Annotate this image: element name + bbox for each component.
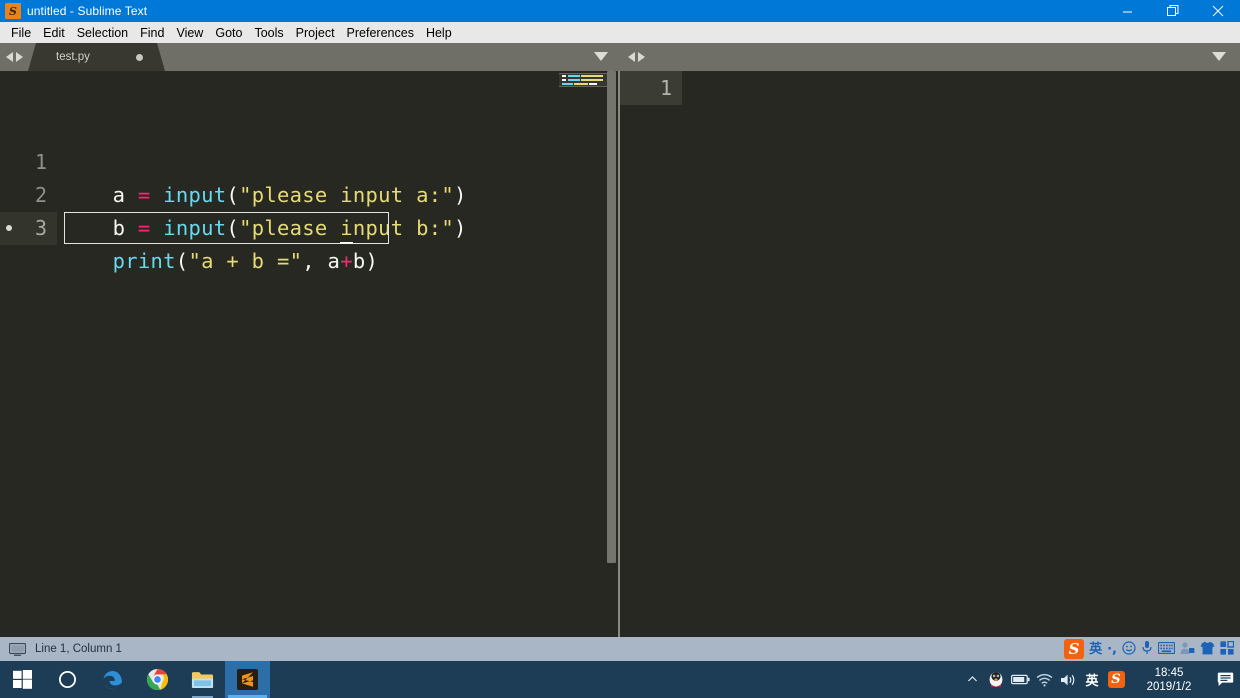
token: b [352, 249, 366, 273]
menu-file[interactable]: File [5, 24, 37, 42]
menu-edit[interactable]: Edit [37, 24, 71, 42]
token: a [327, 249, 341, 273]
minimap-line [589, 83, 597, 85]
status-bar: Line 1, Column 1 [0, 637, 1240, 661]
token: , [302, 249, 315, 273]
minimap-line [562, 75, 566, 77]
sogou-logo-icon[interactable]: S [1064, 639, 1085, 659]
window-controls [1105, 0, 1240, 22]
line-number-2: 2 [34, 183, 47, 207]
tab-prev-icon[interactable] [6, 52, 13, 62]
taskbar: 英 S 18:45 2019/1/2 [0, 661, 1240, 698]
text-cursor [340, 242, 353, 244]
emoji-icon[interactable] [1122, 640, 1136, 658]
chevron-down-icon[interactable] [594, 52, 608, 61]
minimap-line [568, 75, 580, 77]
code-line-3: print("a + b =", a+b) [62, 212, 378, 311]
sublime-text-icon: S [5, 3, 21, 19]
cursor-position-text: Line 1, Column 1 [35, 643, 122, 655]
display-icon [9, 642, 26, 656]
token: ( [175, 249, 189, 273]
left-tab-nav-arrows[interactable] [6, 43, 23, 71]
tab-label: test.py [56, 51, 90, 63]
minimap-line [581, 75, 603, 77]
menu-help[interactable]: Help [420, 24, 458, 42]
battery-icon[interactable] [1008, 661, 1032, 698]
system-tray: 英 S 18:45 2019/1/2 [960, 661, 1240, 698]
token: print [112, 249, 176, 273]
token: "a + b =" [188, 249, 303, 273]
menu-bar: File Edit Selection Find View Goto Tools… [0, 22, 1240, 43]
notifications-icon[interactable] [1210, 661, 1240, 698]
taskbar-clock[interactable]: 18:45 2019/1/2 [1128, 661, 1210, 698]
restore-button[interactable] [1150, 0, 1195, 22]
left-pane-tab-strip: test.py [0, 43, 620, 71]
sublime-text-button[interactable] [225, 661, 270, 698]
qq-icon[interactable] [984, 661, 1008, 698]
punctuation-mode-icon[interactable]: ·, [1107, 643, 1117, 656]
tab-next-icon[interactable] [638, 52, 645, 62]
scrollbar-thumb[interactable] [607, 71, 616, 563]
menu-goto[interactable]: Goto [209, 24, 248, 42]
right-pane-vertical-scrollbar[interactable] [1231, 71, 1240, 637]
skin-icon[interactable] [1200, 641, 1215, 658]
show-hidden-icons-chevron[interactable] [960, 661, 984, 698]
token: ) [365, 249, 379, 273]
sogou-tray-icon[interactable]: S [1104, 661, 1128, 698]
edge-button[interactable] [90, 661, 135, 698]
menu-selection[interactable]: Selection [71, 24, 134, 42]
minimap-line [568, 79, 580, 81]
minimap-line [562, 79, 566, 81]
language-mode-icon[interactable]: 英 [1089, 643, 1102, 656]
close-button[interactable] [1195, 0, 1240, 22]
menu-preferences[interactable]: Preferences [341, 24, 420, 42]
clock-date: 2019/1/2 [1146, 680, 1192, 693]
user-account-icon[interactable] [1180, 641, 1195, 658]
cortana-search-button[interactable] [45, 661, 90, 698]
caret-line-marker-icon [6, 225, 12, 231]
line-number-1: 1 [34, 150, 47, 174]
menu-find[interactable]: Find [134, 24, 170, 42]
tab-prev-icon[interactable] [628, 52, 635, 62]
chrome-button[interactable] [135, 661, 180, 698]
tab-test-py[interactable]: test.py [28, 43, 165, 71]
title-bar: S untitled - Sublime Text [0, 0, 1240, 22]
menu-view[interactable]: View [170, 24, 209, 42]
soft-keyboard-icon[interactable] [1157, 641, 1176, 657]
menu-project[interactable]: Project [290, 24, 341, 42]
minimap-line [562, 83, 573, 85]
editor-pane-left[interactable]: 1 2 3 a = input("please input a:") b = i… [0, 71, 620, 637]
sogou-ime-toolbar[interactable]: S 英 ·, [1060, 637, 1238, 661]
chevron-down-icon[interactable] [1212, 52, 1226, 61]
window-title: untitled - Sublime Text [27, 4, 148, 18]
tab-unsaved-indicator-icon [136, 54, 143, 61]
file-explorer-button[interactable] [180, 661, 225, 698]
line-number-gutter: 1 2 3 [0, 71, 57, 637]
volume-icon[interactable] [1056, 661, 1080, 698]
token: ) [454, 216, 467, 240]
tab-next-icon[interactable] [16, 52, 23, 62]
editor-pane-right[interactable]: 1 [620, 71, 1240, 637]
right-tab-overflow-menu[interactable] [1212, 52, 1226, 61]
sogou-glyph: S [1107, 671, 1125, 688]
microphone-icon[interactable] [1141, 640, 1153, 658]
start-button[interactable] [0, 661, 45, 698]
right-tab-nav-arrows[interactable] [628, 43, 645, 71]
left-tab-overflow-menu[interactable] [594, 52, 608, 61]
token: + [340, 249, 353, 273]
line-number-1: 1 [659, 76, 672, 100]
minimize-button[interactable] [1105, 0, 1150, 22]
editor-vertical-scrollbar[interactable] [607, 71, 616, 637]
right-pane-tab-strip [620, 43, 1240, 71]
ime-indicator[interactable]: 英 [1080, 661, 1104, 698]
network-icon[interactable] [1032, 661, 1056, 698]
minimap[interactable] [559, 71, 609, 637]
clock-time: 18:45 [1154, 666, 1184, 679]
toolbox-icon[interactable] [1220, 640, 1235, 658]
minimap-line [581, 79, 603, 81]
menu-tools[interactable]: Tools [248, 24, 289, 42]
minimap-line [574, 83, 588, 85]
